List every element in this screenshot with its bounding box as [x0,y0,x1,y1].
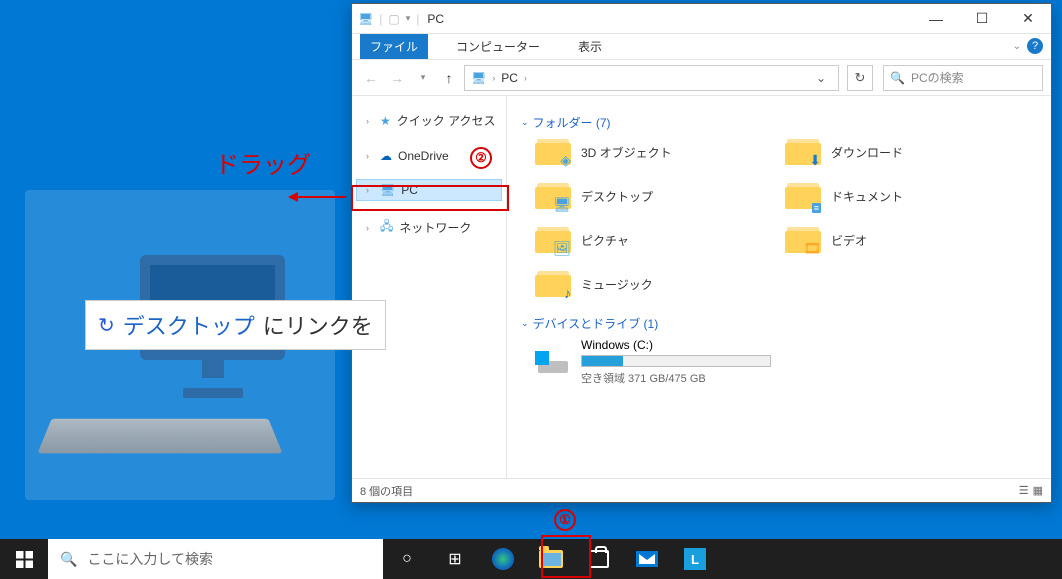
drag-tooltip: ↻ デスクトップ にリンクを [85,300,386,350]
help-icon[interactable]: ? [1027,38,1043,54]
nav-up-button[interactable]: ↑ [438,70,460,86]
nav-forward-button[interactable]: → [386,70,408,86]
window-title: PC [427,12,444,26]
taskbar-mail-button[interactable] [623,539,671,579]
taskbar-store-button[interactable] [575,539,623,579]
breadcrumb-text: PC [501,71,518,85]
maximize-button[interactable]: ☐ [959,4,1005,34]
statusbar: 8 個の項目 ☰ ▦ [352,478,1051,502]
refresh-button[interactable]: ↻ [847,65,873,91]
annotation-circle-1: ① [554,509,576,531]
nav-back-button[interactable]: ← [360,70,382,86]
folder-pictures[interactable]: 🖼 ピクチャ [535,225,775,255]
search-box[interactable]: 🔍 PCの検索 [883,65,1043,91]
l-icon: L [684,548,706,570]
folder-music[interactable]: ♪ ミュージック [535,269,775,299]
annotation-circle-2: ② [470,147,492,169]
tree-item-pc[interactable]: ›🖥 PC [356,179,502,201]
status-item-count: 8 個の項目 [360,483,413,499]
pc-small-icon: 🖥 [358,12,373,26]
ribbon-tab-file[interactable]: ファイル [360,34,428,59]
chevron-down-icon: ⌄ [521,117,529,128]
cloud-icon: ☁ [380,149,392,163]
edge-icon [492,548,514,570]
annotation-arrow-icon [288,190,348,204]
monitor-icon: 🖥 [553,196,571,213]
drive-icon [535,347,571,377]
link-arrow-icon: ↻ [98,313,115,338]
navbar: ← → ▾ ↑ 🖥 › PC › ⌄ ↻ 🔍 PCの検索 [352,60,1051,96]
taskbar-taskview-button[interactable]: ⊞ [431,539,479,579]
folder-icon [539,550,563,568]
search-icon: 🔍 [890,71,905,85]
folder-desktop[interactable]: 🖥 デスクトップ [535,181,775,211]
cube-icon: ◈ [560,152,571,169]
content-pane: ⌄ フォルダー (7) ◈ 3D オブジェクト ⬇ ダウンロード 🖥 デスクトッ… [507,96,1051,478]
drive-name: Windows (C:) [581,338,771,352]
annotation-drag-label: ドラッグ [215,145,311,180]
taskbar-search-placeholder: ここに入力して検索 [87,549,213,569]
qat-dropdown-icon[interactable]: ▾ [406,13,411,24]
taskbar-cortana-button[interactable]: ○ [383,539,431,579]
taskbar-explorer-button[interactable] [527,539,575,579]
breadcrumb[interactable]: 🖥 › PC › ⌄ [464,65,839,91]
folder-videos[interactable]: 🎞 ビデオ [785,225,1025,255]
search-placeholder: PCの検索 [911,69,964,86]
group-folders[interactable]: ⌄ フォルダー (7) [521,114,1037,131]
tree-item-quick-access[interactable]: ›★ クイック アクセス [356,108,502,133]
mail-icon [636,551,658,567]
video-icon: 🎞 [803,240,821,257]
minimize-button[interactable]: — [913,4,959,34]
picture-icon: 🖼 [553,240,571,257]
ribbon-tab-view[interactable]: 表示 [568,34,612,59]
ribbon: ファイル コンピューター 表示 ⌄ ? [352,34,1051,60]
chevron-down-icon: ⌄ [521,318,529,329]
drive-free-text: 空き領域 371 GB/475 GB [581,370,771,386]
drag-tooltip-text: にリンクを [263,309,373,341]
quick-access-toolbar: 🖥 | ▢ ▾ | [358,12,419,26]
search-icon: 🔍 [60,551,77,568]
document-icon: ≡ [812,203,821,213]
taskbar-search[interactable]: 🔍 ここに入力して検索 [48,539,383,579]
folder-documents[interactable]: ≡ ドキュメント [785,181,1025,211]
music-note-icon: ♪ [564,285,571,301]
titlebar[interactable]: 🖥 | ▢ ▾ | PC — ☐ ✕ [352,4,1051,34]
taskbar: 🔍 ここに入力して検索 ○ ⊞ L [0,539,1062,579]
folder-downloads[interactable]: ⬇ ダウンロード [785,137,1025,167]
view-icons-button[interactable]: ▦ [1033,484,1043,497]
ribbon-tab-computer[interactable]: コンピューター [446,34,550,59]
star-icon: ★ [380,114,391,128]
taskbar-l-button[interactable]: L [671,539,719,579]
drag-tooltip-target: デスクトップ [123,309,255,341]
tree-item-network[interactable]: ›🖧 ネットワーク [356,213,502,242]
explorer-window: 🖥 | ▢ ▾ | PC — ☐ ✕ ファイル コンピューター 表示 ⌄ ? ←… [351,3,1052,503]
drive-c[interactable]: Windows (C:) 空き領域 371 GB/475 GB [535,338,1037,386]
qat-folder-icon[interactable]: ▢ [388,12,399,26]
breadcrumb-pc-icon: 🖥 [471,71,486,85]
drive-usage-bar [581,355,771,367]
close-button[interactable]: ✕ [1005,4,1051,34]
download-arrow-icon: ⬇ [809,152,821,169]
ribbon-expand-icon[interactable]: ⌄ [1013,41,1021,52]
start-button[interactable] [0,539,48,579]
taskbar-edge-button[interactable] [479,539,527,579]
view-details-button[interactable]: ☰ [1019,484,1029,497]
store-icon [589,550,609,568]
pc-tree-icon: 🖥 [380,183,395,197]
group-devices[interactable]: ⌄ デバイスとドライブ (1) [521,315,1037,332]
network-icon: 🖧 [380,217,393,238]
nav-history-dropdown[interactable]: ▾ [412,72,434,83]
folder-3d-objects[interactable]: ◈ 3D オブジェクト [535,137,775,167]
breadcrumb-dropdown-icon[interactable]: ⌄ [816,71,826,85]
